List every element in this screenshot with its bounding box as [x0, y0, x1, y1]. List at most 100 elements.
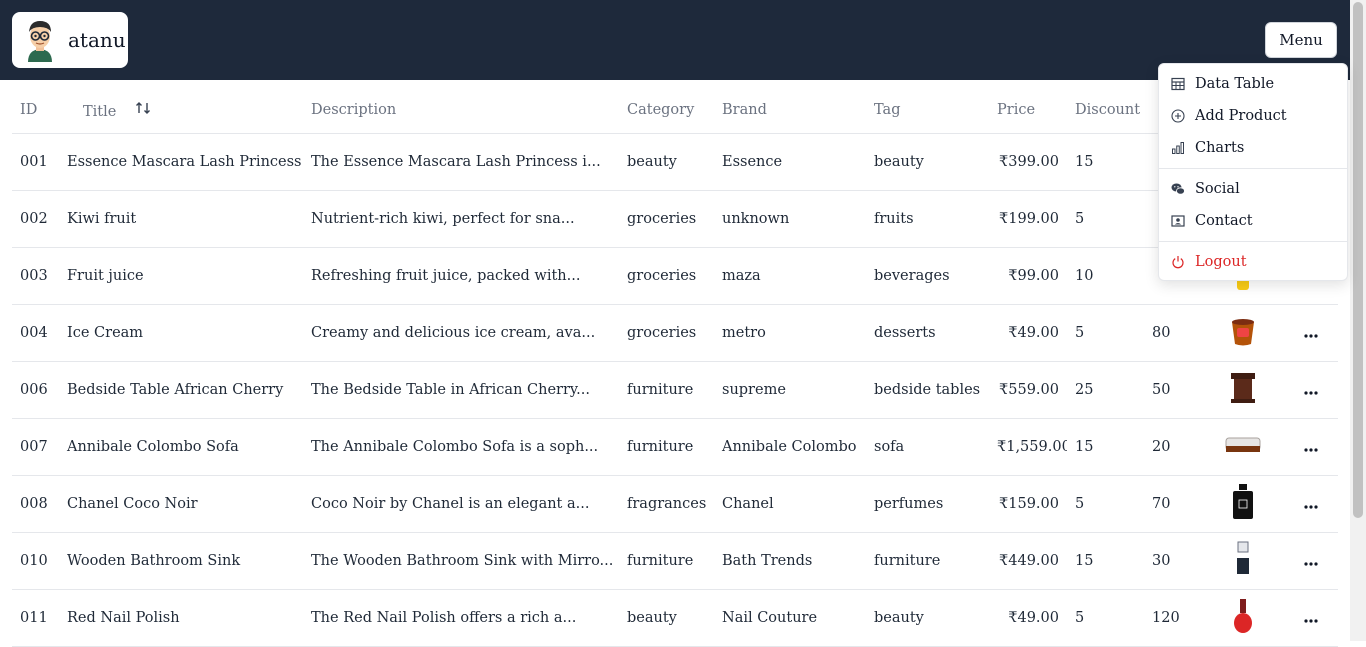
menu-item-logout[interactable]: Logout [1159, 247, 1347, 277]
cell-tag: beverages [866, 247, 989, 305]
table-row[interactable]: 003 Fruit juice Refreshing fruit juice, pa… [12, 247, 1338, 305]
table-row[interactable]: 006 Bedside Table African Cherry The Bedsi… [12, 361, 1338, 419]
table-row[interactable]: 010 Wooden Bathroom Sink The Wooden Bathro… [12, 532, 1338, 590]
cell-tag: fruits [866, 190, 989, 248]
more-horizontal-icon[interactable] [1304, 550, 1318, 571]
ice-cream-thumbnail [1228, 314, 1258, 352]
cell-brand: supreme [714, 361, 866, 419]
table-row[interactable]: 002 Kiwi fruit Nutrient-rich kiwi, perfect… [12, 190, 1338, 248]
cell-actions [1284, 361, 1338, 419]
menu-divider [1159, 241, 1347, 242]
more-horizontal-icon[interactable] [1304, 322, 1318, 343]
power-icon [1171, 255, 1185, 269]
cell-brand: unknown [714, 190, 866, 248]
table-row[interactable]: 008 Chanel Coco Noir Coco Noir by Chanel i… [12, 475, 1338, 533]
menu-item-charts[interactable]: Charts [1159, 133, 1347, 163]
page-scrollbar[interactable] [1350, 0, 1366, 641]
cell-tag: beauty [866, 589, 989, 647]
cell-title: Kiwi fruit [59, 190, 303, 248]
cell-price: ₹49.00 [989, 589, 1067, 647]
cell-id: 003 [12, 247, 59, 305]
cell-actions [1284, 475, 1338, 533]
column-header-price[interactable]: Price [989, 88, 1067, 134]
brand-logo[interactable]: atanu [12, 12, 128, 68]
cell-description: Coco Noir by Chanel is an elegant a... [303, 475, 619, 533]
table-row[interactable]: 004 Ice Cream Creamy and delicious ice cre… [12, 304, 1338, 362]
column-header-discount[interactable]: Discount [1067, 88, 1144, 134]
brand-name: atanu [68, 28, 126, 52]
column-header-brand[interactable]: Brand [714, 88, 866, 134]
sort-icon[interactable] [135, 100, 151, 120]
menu-item-data-table[interactable]: Data Table [1159, 69, 1347, 99]
cell-thumbnail [1202, 304, 1284, 362]
cell-category: fragrances [619, 475, 714, 533]
cell-title: Chanel Coco Noir [59, 475, 303, 533]
menu-item-add-product[interactable]: Add Product [1159, 101, 1347, 131]
menu-dropdown: Data Table Add Product Charts Social Con… [1158, 63, 1348, 281]
menu-item-label: Data Table [1195, 76, 1275, 92]
menu-item-social[interactable]: Social [1159, 174, 1347, 204]
menu-item-contact[interactable]: Contact [1159, 206, 1347, 236]
cell-thumbnail [1202, 361, 1284, 419]
cell-price: ₹159.00 [989, 475, 1067, 533]
cell-actions [1284, 532, 1338, 590]
cell-discount: 15 [1067, 418, 1144, 476]
cell-price: ₹399.00 [989, 133, 1067, 191]
cell-tag: furniture [866, 532, 989, 590]
column-header-tag[interactable]: Tag [866, 88, 989, 134]
cell-description: The Annibale Colombo Sofa is a soph... [303, 418, 619, 476]
table-row[interactable]: 011 Red Nail Polish The Red Nail Polish of… [12, 589, 1338, 647]
more-horizontal-icon[interactable] [1304, 607, 1318, 628]
cell-actions [1284, 418, 1338, 476]
contact-card-icon [1171, 214, 1185, 228]
cell-id: 010 [12, 532, 59, 590]
cell-category: groceries [619, 190, 714, 248]
cell-description: The Wooden Bathroom Sink with Mirro... [303, 532, 619, 590]
cell-tag: beauty [866, 133, 989, 191]
cell-tag: sofa [866, 418, 989, 476]
plus-circle-icon [1171, 109, 1185, 123]
cell-category: beauty [619, 589, 714, 647]
cell-title: Ice Cream [59, 304, 303, 362]
column-header-title[interactable]: Title [59, 88, 303, 134]
column-header-id[interactable]: ID [12, 88, 59, 134]
cell-price: ₹449.00 [989, 532, 1067, 590]
cell-price: ₹199.00 [989, 190, 1067, 248]
cell-title: Essence Mascara Lash Princess [59, 133, 303, 191]
cell-id: 006 [12, 361, 59, 419]
more-horizontal-icon[interactable] [1304, 493, 1318, 514]
cell-actions [1284, 304, 1338, 362]
cell-brand: Essence [714, 133, 866, 191]
cell-description: Nutrient-rich kiwi, perfect for sna... [303, 190, 619, 248]
cell-stock: 70 [1144, 475, 1202, 533]
cell-category: furniture [619, 532, 714, 590]
menu-item-label: Social [1195, 181, 1240, 197]
column-header-description[interactable]: Description [303, 88, 619, 134]
cell-stock: 30 [1144, 532, 1202, 590]
sofa-thumbnail [1224, 434, 1262, 460]
cell-category: beauty [619, 133, 714, 191]
table-row[interactable]: 001 Essence Mascara Lash Princess The Esse… [12, 133, 1338, 191]
cell-category: furniture [619, 361, 714, 419]
column-header-category[interactable]: Category [619, 88, 714, 134]
cell-tag: desserts [866, 304, 989, 362]
table-icon [1171, 77, 1185, 91]
table-row[interactable]: 007 Annibale Colombo Sofa The Annibale Col… [12, 418, 1338, 476]
more-horizontal-icon[interactable] [1304, 379, 1318, 400]
menu-item-label: Logout [1195, 254, 1247, 270]
cell-id: 001 [12, 133, 59, 191]
cell-discount: 10 [1067, 247, 1144, 305]
scrollbar-thumb[interactable] [1353, 2, 1363, 518]
cell-id: 011 [12, 589, 59, 647]
cell-discount: 5 [1067, 589, 1144, 647]
products-table: ID Title Description Category Brand Tag … [12, 88, 1338, 647]
cell-thumbnail [1202, 532, 1284, 590]
cell-stock: 50 [1144, 361, 1202, 419]
cell-price: ₹49.00 [989, 304, 1067, 362]
cell-discount: 25 [1067, 361, 1144, 419]
cell-thumbnail [1202, 418, 1284, 476]
menu-item-label: Add Product [1195, 108, 1287, 124]
menu-button[interactable]: Menu [1265, 22, 1337, 58]
more-horizontal-icon[interactable] [1304, 436, 1318, 457]
cell-title: Red Nail Polish [59, 589, 303, 647]
